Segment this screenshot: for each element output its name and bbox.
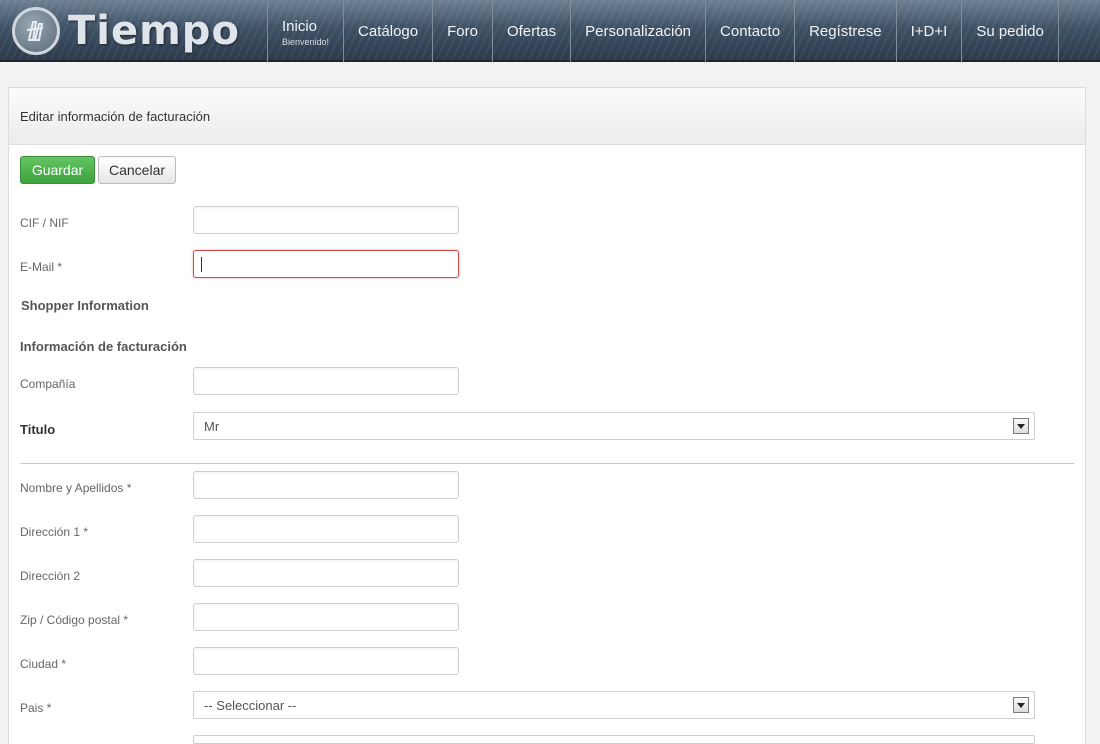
text-cursor [201,257,202,272]
nav-item-label: Regístrese [809,22,882,40]
logo-text: Tiempo [68,8,240,54]
country-select-value: -- Seleccionar -- [204,697,297,713]
country-select[interactable]: -- Seleccionar -- [193,691,1035,719]
nav-item-subtitle: Bienvenido! [282,36,330,47]
title-select-value: Mr [204,418,220,434]
next-field-select[interactable] [193,735,1035,744]
title-select[interactable]: Mr [193,412,1035,440]
nav-item-registrese[interactable]: Regístrese [794,0,896,62]
billing-information-heading: Información de facturación [20,339,187,354]
nav-item-label: Su pedido [976,22,1044,40]
title-label: Titulo [20,422,56,437]
divider [20,463,1074,464]
nav-item-label: Catálogo [358,22,419,40]
nav-item-personalizacion[interactable]: Personalización [570,0,705,62]
nav-item-foro[interactable]: Foro [432,0,492,62]
name-input[interactable] [193,471,459,499]
address1-input[interactable] [193,515,459,543]
nav-item-ofertas[interactable]: Ofertas [491,0,570,62]
company-label: Compañía [20,377,76,391]
main-menu: Inicio Bienvenido! Catálogo Foro Ofertas… [267,0,1059,62]
nav-item-label: Contacto [720,22,781,40]
nav-item-label: Personalización [585,22,692,40]
nav-item-label: Ofertas [506,22,557,40]
address2-label: Dirección 2 [20,569,81,583]
cif-label: CIF / NIF [20,216,69,230]
nav-item-label: Inicio [282,17,318,35]
nav-item-contacto[interactable]: Contacto [705,0,794,62]
email-label: E-Mail * [20,260,63,274]
address2-input[interactable] [193,559,459,587]
city-input[interactable] [193,647,459,675]
site-logo[interactable]: Tiempo [12,6,240,56]
chevron-down-icon[interactable] [1013,418,1029,434]
nav-item-catalogo[interactable]: Catálogo [343,0,432,62]
nav-item-idi[interactable]: I+D+I [895,0,962,62]
cif-input[interactable] [193,206,459,234]
top-navigation-bar: Tiempo Inicio Bienvenido! Catálogo Foro … [0,0,1100,62]
address1-label: Dirección 1 * [20,525,89,539]
chevron-down-icon[interactable] [1013,697,1029,713]
country-label: Pais * [20,701,52,715]
nav-item-label: I+D+I [910,22,948,40]
nav-item-label: Foro [447,22,478,40]
nav-item-su-pedido[interactable]: Su pedido [961,0,1059,62]
cancel-button[interactable]: Cancelar [98,156,176,184]
name-label: Nombre y Apellidos * [20,481,132,495]
zip-input[interactable] [193,603,459,631]
shopper-information-heading: Shopper Information [21,298,149,313]
email-input[interactable] [193,250,459,278]
nav-item-inicio[interactable]: Inicio Bienvenido! [267,0,343,62]
city-label: Ciudad * [20,657,67,671]
panel-title: Editar información de facturación [9,88,1085,145]
zip-label: Zip / Código postal * [20,613,129,627]
save-button[interactable]: Guardar [20,156,95,184]
company-input[interactable] [193,367,459,395]
logo-emblem-icon [12,7,60,55]
